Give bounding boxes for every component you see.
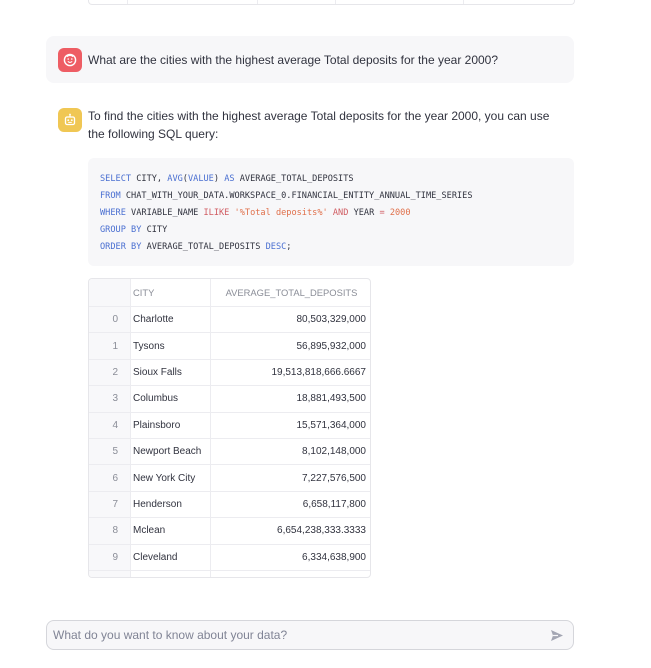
cell-city: New York City <box>131 465 211 491</box>
table-row[interactable]: 5 Newport Beach 8,102,148,000 <box>89 439 370 466</box>
previous-table-bottom <box>88 0 575 5</box>
row-index: 0 <box>89 307 131 333</box>
table-row[interactable]: 8 Mclean 6,654,238,333.3333 <box>89 518 370 545</box>
sql-keyword: ORDER BY <box>100 242 142 252</box>
chat-input[interactable] <box>53 625 543 645</box>
cell-average-total-deposits: 6,334,638,900 <box>302 551 366 563</box>
table-header-row: CITY AVERAGE_TOTAL_DEPOSITS <box>89 279 370 307</box>
sql-line: WHERE VARIABLE_NAME ILIKE '%Total deposi… <box>100 208 411 218</box>
row-index: 5 <box>89 439 131 465</box>
chat-input-box[interactable] <box>46 620 574 650</box>
cell-city: Plainsboro <box>131 412 211 438</box>
row-index: 4 <box>89 412 131 438</box>
assistant-message: To find the cities with the highest aver… <box>46 98 574 578</box>
send-icon[interactable] <box>550 629 564 642</box>
table-row[interactable]: 1 Tysons 56,895,932,000 <box>89 333 370 360</box>
sql-keyword: VALUE <box>187 174 214 184</box>
table-row[interactable]: 2 Sioux Falls 19,513,818,666.6667 <box>89 359 370 387</box>
column-header-city[interactable]: CITY <box>131 279 211 306</box>
cell-city: Henderson <box>131 491 211 518</box>
sql-keyword: AVG <box>167 174 183 184</box>
cell-city: Charlotte <box>131 307 211 333</box>
cell-average-total-deposits: 18,881,493,500 <box>296 393 366 405</box>
sql-keyword: AND <box>332 208 349 218</box>
sql-line: GROUP BY CITY <box>100 225 168 235</box>
results-dataframe[interactable]: CITY AVERAGE_TOTAL_DEPOSITS 0 Charlotte 80… <box>88 278 371 578</box>
cell-city: Tysons <box>131 333 211 359</box>
row-index: 2 <box>89 359 131 386</box>
sql-line: SELECT CITY, AVG(VALUE) AS AVERAGE_TOTAL… <box>100 174 354 184</box>
table-row[interactable]: 3 Columbus 18,881,493,500 <box>89 386 370 413</box>
empty-cell <box>89 571 131 577</box>
cell-average-total-deposits: 80,503,329,000 <box>296 314 366 326</box>
robot-icon <box>58 108 82 132</box>
row-index: 1 <box>89 333 131 359</box>
sql-keyword: SELECT <box>100 174 132 184</box>
cell-city: Newport Beach <box>131 439 211 465</box>
sql-keyword: FROM <box>100 191 121 201</box>
sql-keyword: GROUP BY <box>100 225 142 235</box>
cell-average-total-deposits: 19,513,818,666.6667 <box>271 366 366 378</box>
empty-cell <box>211 571 370 577</box>
sql-string: '%Total deposits%' <box>234 208 328 218</box>
table-row[interactable]: 9 Cleveland 6,334,638,900 <box>89 544 370 571</box>
user-message-text: What are the cities with the highest ave… <box>88 53 499 67</box>
cell-city: Sioux Falls <box>131 359 211 386</box>
row-index: 8 <box>89 518 131 544</box>
sql-line: FROM CHAT_WITH_YOUR_DATA.WORKSPACE_0.FIN… <box>100 191 473 201</box>
user-face-icon <box>58 48 82 72</box>
user-message: What are the cities with the highest ave… <box>46 36 574 83</box>
sql-number: 2000 <box>389 208 411 218</box>
index-header <box>89 279 131 306</box>
column-header-average-total-deposits[interactable]: AVERAGE_TOTAL_DEPOSITS <box>211 279 370 306</box>
cell-city: Cleveland <box>131 544 211 570</box>
row-index: 6 <box>89 465 131 491</box>
cell-average-total-deposits: 7,227,576,500 <box>302 472 366 484</box>
row-index: 9 <box>89 544 131 570</box>
cell-average-total-deposits: 8,102,148,000 <box>302 446 366 458</box>
sql-code-block: SELECT CITY, AVG(VALUE) AS AVERAGE_TOTAL… <box>88 158 574 266</box>
sql-keyword: DESC <box>265 242 287 252</box>
cell-city: Mclean <box>131 518 211 544</box>
cell-average-total-deposits: 6,658,117,800 <box>302 498 366 510</box>
table-row[interactable]: 6 New York City 7,227,576,500 <box>89 465 370 492</box>
sql-keyword: ILIKE <box>203 208 230 218</box>
sql-line: ORDER BY AVERAGE_TOTAL_DEPOSITS DESC; <box>100 242 292 252</box>
table-row-partial <box>89 571 370 577</box>
table-row[interactable]: 4 Plainsboro 15,571,364,000 <box>89 412 370 439</box>
row-index: 7 <box>89 491 131 518</box>
row-index: 3 <box>89 386 131 412</box>
assistant-message-text: To find the cities with the highest aver… <box>88 109 550 141</box>
sql-keyword: WHERE <box>100 208 126 218</box>
table-row[interactable]: 7 Henderson 6,658,117,800 <box>89 491 370 519</box>
cell-city: Columbus <box>131 386 211 412</box>
cell-average-total-deposits: 56,895,932,000 <box>296 340 366 352</box>
table-row[interactable]: 0 Charlotte 80,503,329,000 <box>89 307 370 334</box>
sql-keyword: AS <box>224 174 235 184</box>
cell-average-total-deposits: 6,654,238,333.3333 <box>277 525 366 537</box>
sql-operator: = <box>379 208 385 218</box>
cell-average-total-deposits: 15,571,364,000 <box>296 419 366 431</box>
empty-cell <box>131 571 211 577</box>
